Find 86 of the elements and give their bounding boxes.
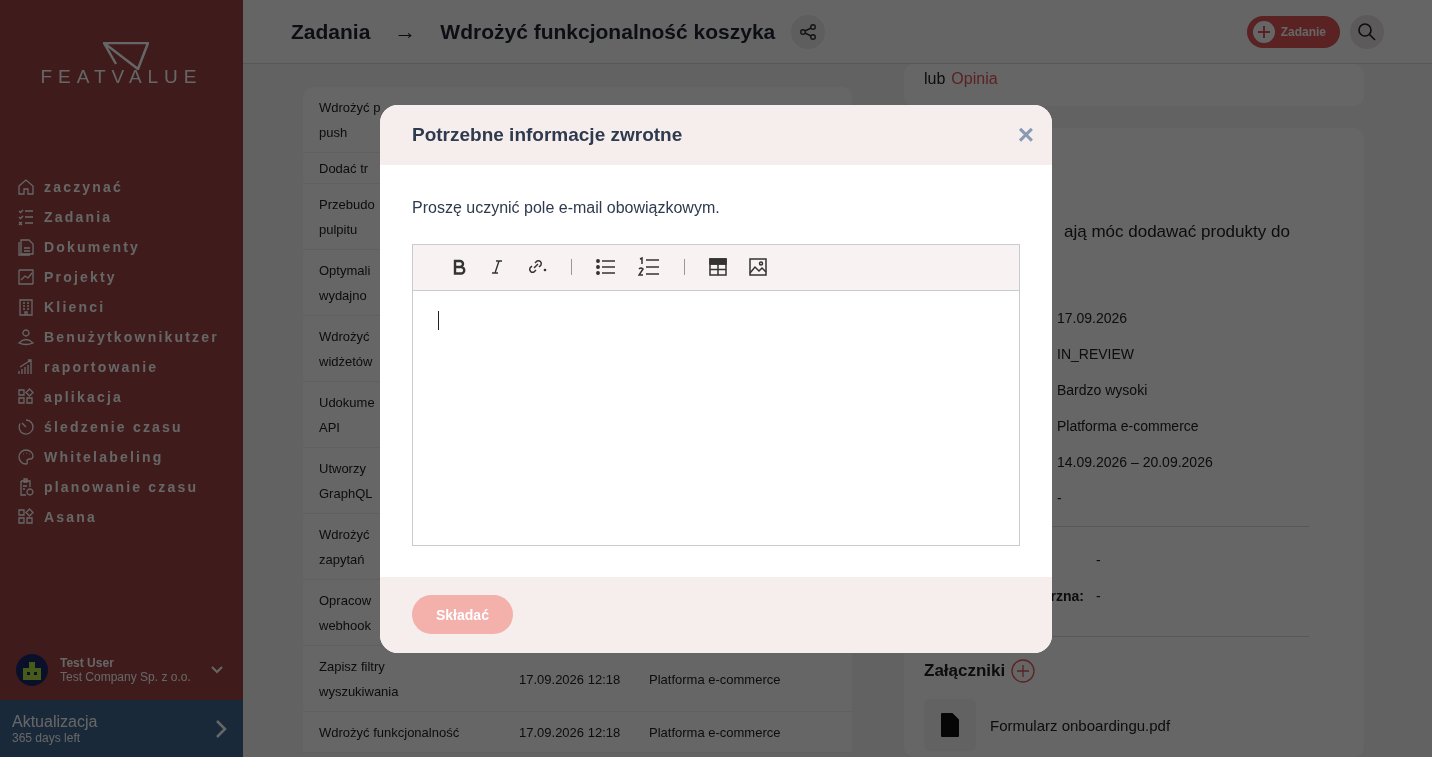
created-cell-text: 17.09.2026 12:18 <box>519 724 622 742</box>
numbered-list-icon <box>638 257 660 277</box>
nav-item[interactable]: Dokumenty <box>17 232 243 262</box>
nav-item[interactable]: Benużytkownikutzer <box>17 322 243 352</box>
field-value: 14.09.2026 – 20.09.2026 <box>1057 454 1214 472</box>
avatar-icon <box>16 654 48 686</box>
attachments-heading: Załączniki <box>924 661 1006 681</box>
apps-icon <box>17 388 35 406</box>
bar-chart-icon <box>17 358 35 376</box>
task-cell-text: Dodać tr <box>319 160 369 178</box>
task-cell-text: Optymali wydajno <box>319 262 371 305</box>
building-icon <box>17 298 35 316</box>
nav-item[interactable]: śledzenie czasu <box>17 412 243 442</box>
task-cell-text: Wdrożyć funkcjonalność <box>319 724 460 742</box>
logo-icon <box>102 42 149 70</box>
nav-item[interactable]: Klienci <box>17 292 243 322</box>
nav-item[interactable]: Projekty <box>17 262 243 292</box>
nav-item[interactable]: planowanie czasu <box>17 472 243 502</box>
apps-icon <box>17 508 35 526</box>
user-icon <box>17 328 35 346</box>
field-value: Bardzo wysoki <box>1057 382 1149 400</box>
checklist-icon <box>17 208 35 226</box>
project-cell-text: Platforma e-commerce <box>649 724 782 742</box>
task-cell-text: Udokume API <box>319 394 375 437</box>
nav-item[interactable]: Asana <box>17 502 243 532</box>
italic-icon <box>489 259 505 275</box>
search-icon <box>1357 21 1377 42</box>
feedback-text: lub <box>924 70 946 88</box>
field-value: 17.09.2026 <box>1057 310 1129 328</box>
logo-text: FEATVALUE <box>40 66 203 88</box>
task-cell-text: Opracow webhook <box>319 592 372 635</box>
palette-icon <box>17 448 35 466</box>
breadcrumb-link[interactable]: Zadania <box>291 19 371 44</box>
nav-item[interactable]: aplikacja <box>17 382 243 412</box>
nav-item[interactable]: raportowanie <box>17 352 243 382</box>
created-cell-text: 17.09.2026 12:18 <box>519 670 622 689</box>
file-tile[interactable] <box>924 699 976 751</box>
nav-item[interactable]: Whitelabeling <box>17 442 243 472</box>
field-value: Platforma e-commerce <box>1057 418 1200 436</box>
home-icon <box>17 178 35 196</box>
company-name: Test Company Sp. z o.o. <box>60 670 192 684</box>
breadcrumb-separator: → <box>394 18 417 45</box>
file-icon <box>940 712 960 738</box>
user-menu[interactable]: Test User Test Company Sp. z o.o. <box>0 654 243 700</box>
user-name: Test User <box>60 656 115 670</box>
chevron-down-icon <box>211 666 223 674</box>
task-cell-text: Przebudo pulpitu <box>319 196 375 239</box>
table-row[interactable]: Wdrożyć funkcjonalność 17.09.2026 12:18 Platforma e-commerce <box>303 712 852 753</box>
timer-icon <box>17 418 35 436</box>
upgrade-banner[interactable]: Aktualizacja 365 days left <box>0 700 243 757</box>
feedback-link[interactable]: Opinia <box>951 70 998 88</box>
plus-icon <box>1252 20 1275 43</box>
dialog-message: Proszę uczynić pole e-mail obowiązkowym. <box>412 198 721 217</box>
task-cell-text: Zapisz filtry wyszukiwania <box>319 658 399 701</box>
document-icon <box>17 238 35 256</box>
project-cell-text: Platforma e-commerce <box>649 670 782 689</box>
page-title: Wdrożyć funkcjonalność koszyka <box>440 19 776 44</box>
days-left-text: 365 days left <box>12 730 82 745</box>
dialog-title: Potrzebne informacje zwrotne <box>412 123 683 146</box>
share-icon <box>799 22 818 41</box>
upgrade-title: Aktualizacja <box>12 712 98 731</box>
attachment-link[interactable]: Formularz onboardingu.pdf <box>990 716 1171 734</box>
task-cell-text: Utworzy GraphQL <box>319 460 373 503</box>
search-button[interactable] <box>1350 14 1384 49</box>
field-value: - <box>1096 552 1101 570</box>
bullet-list-icon <box>596 258 616 276</box>
field-value: - <box>1057 490 1063 508</box>
new-task-button[interactable]: Zadanie <box>1246 15 1340 48</box>
text-cursor <box>438 310 439 330</box>
field-value: - <box>1096 588 1101 606</box>
image-icon <box>749 258 767 276</box>
chevron-right-icon <box>215 718 227 739</box>
bold-icon <box>451 259 467 275</box>
task-cell-text: Wdrożyć widżetów <box>319 328 373 371</box>
table-icon <box>709 258 727 276</box>
description-text: ają móc dodawać produkty do <box>1063 222 1291 242</box>
field-value: IN_REVIEW <box>1057 346 1135 364</box>
link-icon <box>527 258 547 276</box>
task-cell-text: Wdrożyć zapytań <box>319 526 370 569</box>
task-cell-text: Wdrożyć p push <box>319 99 381 142</box>
clipboard-icon <box>17 478 35 496</box>
close-button[interactable]: × <box>1017 120 1034 149</box>
chart-icon <box>17 268 35 286</box>
nav-item[interactable]: zaczynać <box>17 172 243 202</box>
share-button[interactable] <box>791 14 826 49</box>
nav-item[interactable]: Zadania <box>17 202 243 232</box>
